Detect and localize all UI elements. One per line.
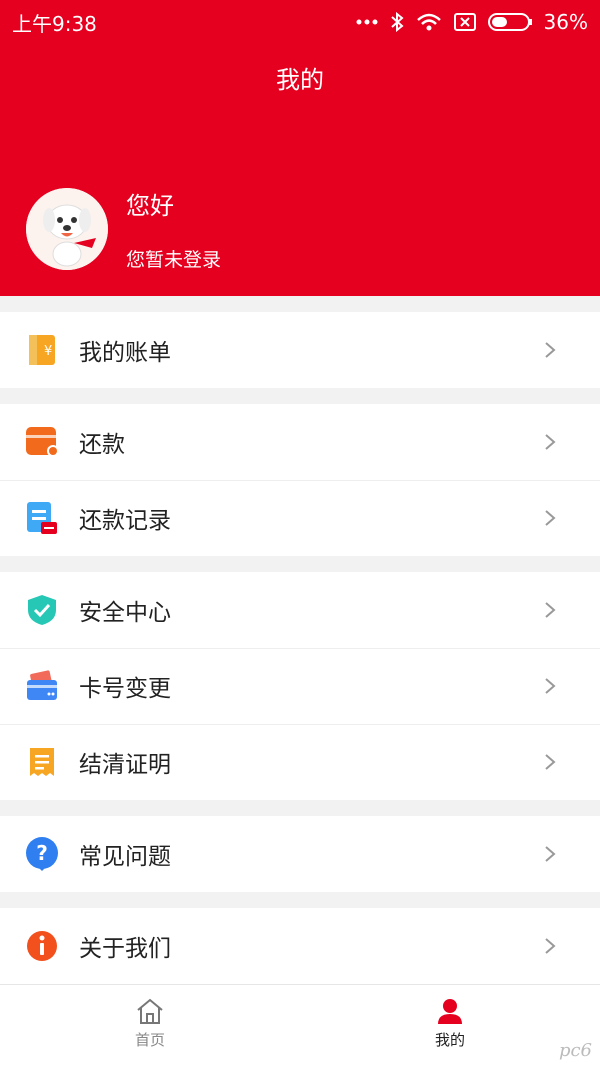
bill-icon: ¥ (24, 332, 60, 368)
page-title: 我的 (276, 66, 324, 94)
login-status-text[interactable]: 您暂未登录 (126, 245, 221, 272)
menu-section-about: 关于我们 (0, 908, 600, 984)
chevron-right-icon (545, 846, 556, 862)
menu-item-label: 安全中心 (79, 600, 171, 626)
avatar[interactable] (26, 188, 108, 270)
battery-icon (487, 12, 532, 32)
user-icon (438, 999, 462, 1024)
menu-item-label: 关于我们 (79, 936, 171, 962)
battery-percent: 36% (543, 10, 588, 34)
watermark-logo: pc6 (558, 1040, 592, 1061)
svg-text:¥: ¥ (44, 344, 52, 359)
bottom-tab-bar: 首页 我的 (0, 984, 600, 1067)
document-icon (24, 500, 60, 536)
chevron-right-icon (545, 510, 556, 526)
chevron-right-icon (545, 342, 556, 358)
greeting-text: 您好 (126, 192, 174, 220)
menu-item-my-bill[interactable]: ¥ 我的账单 (0, 312, 600, 388)
more-dots-icon (356, 19, 378, 25)
menu-item-settlement-proof[interactable]: 结清证明 (0, 724, 600, 800)
menu-item-label: 还款 (79, 432, 125, 458)
info-icon (24, 928, 60, 964)
menu-item-faq[interactable]: ? 常见问题 (0, 816, 600, 892)
card-icon (24, 668, 60, 704)
dog-mascot-icon (26, 188, 108, 270)
menu-section-account: 安全中心 卡号变更 结清证明 (0, 572, 600, 800)
svg-text:?: ? (36, 841, 48, 865)
home-icon (137, 998, 163, 1024)
shield-icon (24, 592, 60, 628)
profile-header: 上午9:38 36% 我的 您好 您暂未登录 (0, 0, 600, 296)
menu-item-label: 卡号变更 (79, 676, 171, 702)
menu-item-about-us[interactable]: 关于我们 (0, 908, 600, 984)
menu-item-label: 我的账单 (79, 340, 171, 366)
tab-home[interactable]: 首页 (0, 985, 300, 1067)
tab-mine[interactable]: 我的 (300, 985, 600, 1067)
menu-item-repay-records[interactable]: 还款记录 (0, 480, 600, 556)
chevron-right-icon (545, 938, 556, 954)
menu-section-bill: ¥ 我的账单 (0, 312, 600, 388)
sim-off-icon (453, 12, 476, 32)
menu-item-repay[interactable]: 还款 (0, 404, 600, 480)
menu-item-label: 常见问题 (79, 844, 171, 870)
status-time: 上午9:38 (12, 11, 97, 36)
menu-section-repay: 还款 还款记录 (0, 404, 600, 556)
tab-home-label: 首页 (134, 1031, 165, 1049)
menu-item-card-change[interactable]: 卡号变更 (0, 648, 600, 724)
wifi-icon (416, 12, 442, 32)
question-icon: ? (24, 836, 60, 872)
bluetooth-icon (390, 12, 404, 32)
menu-item-label: 结清证明 (79, 752, 171, 778)
chevron-right-icon (545, 434, 556, 450)
status-bar: 上午9:38 36% (0, 0, 600, 44)
tab-mine-label: 我的 (434, 1031, 465, 1049)
chevron-right-icon (545, 602, 556, 618)
receipt-icon (24, 744, 60, 780)
wallet-icon (24, 424, 60, 460)
menu-item-label: 还款记录 (79, 508, 171, 534)
chevron-right-icon (545, 754, 556, 770)
chevron-right-icon (545, 678, 556, 694)
menu-item-security-center[interactable]: 安全中心 (0, 572, 600, 648)
menu-section-faq: ? 常见问题 (0, 816, 600, 892)
